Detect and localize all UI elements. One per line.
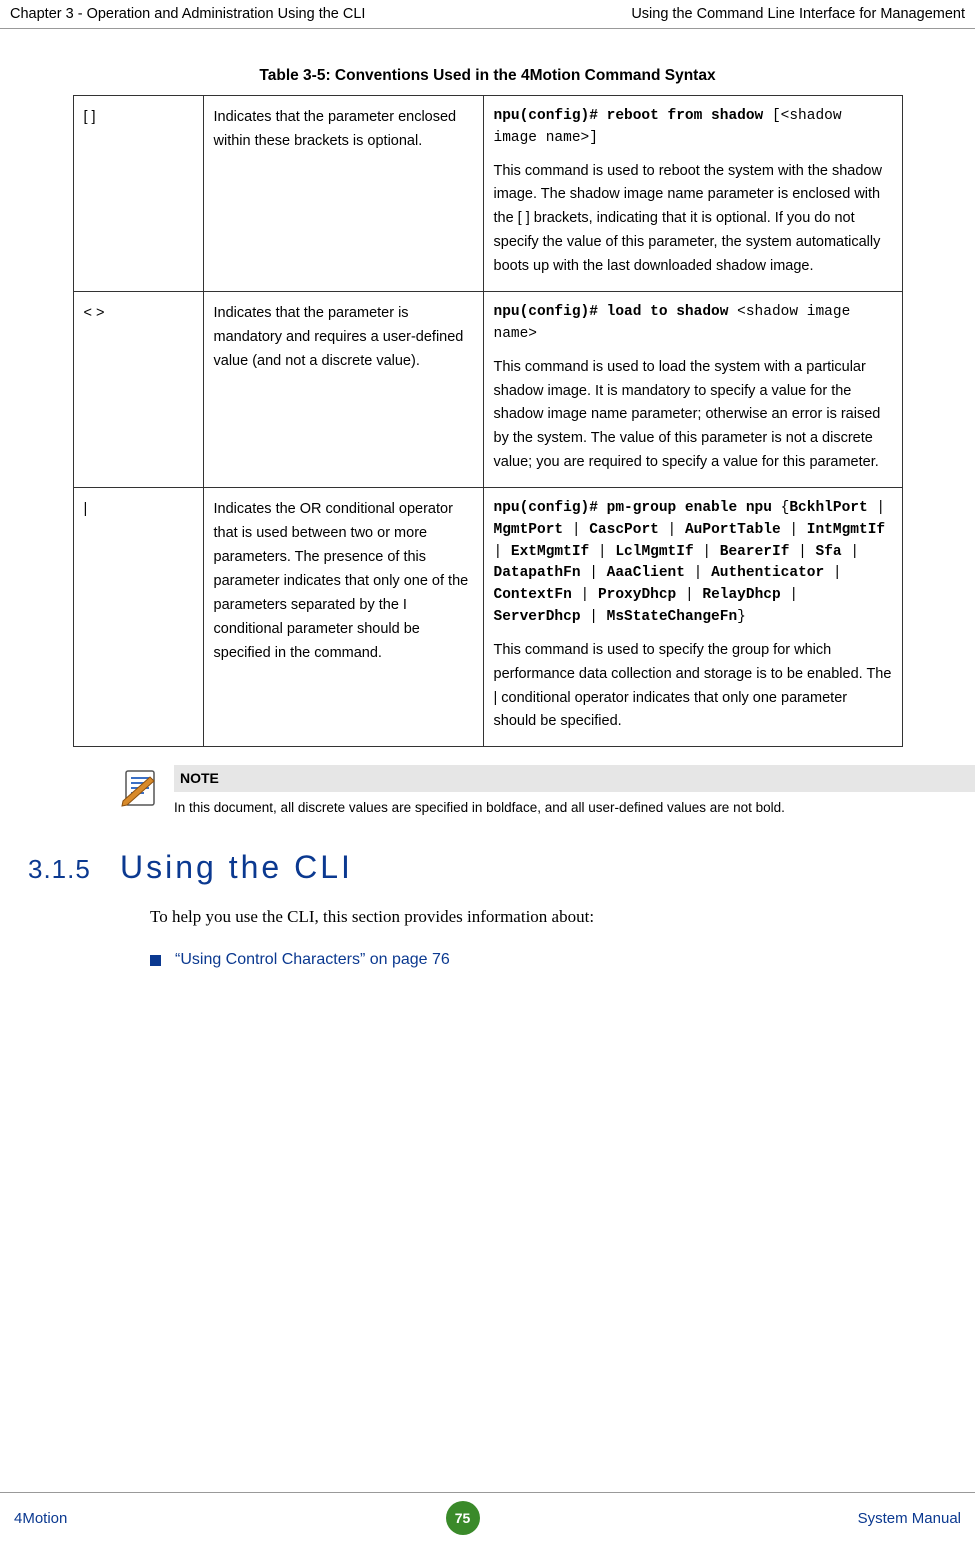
code-line: npu(config)# load to shadow <shadow imag…	[494, 302, 892, 346]
table-row: | Indicates the OR conditional operator …	[73, 488, 902, 747]
page-header: Chapter 3 - Operation and Administration…	[0, 0, 975, 29]
page-content: Table 3-5: Conventions Used in the 4Moti…	[0, 29, 975, 969]
header-right: Using the Command Line Interface for Man…	[631, 6, 965, 22]
bullet-icon	[150, 955, 161, 966]
meaning-cell: Indicates the OR conditional operator th…	[203, 488, 483, 747]
symbol-cell: < >	[73, 292, 203, 488]
table-caption: Table 3-5: Conventions Used in the 4Moti…	[20, 67, 955, 85]
section-heading: 3.1.5 Using the CLI	[20, 849, 955, 886]
conventions-table: [ ] Indicates that the parameter enclose…	[73, 95, 903, 747]
page-number-badge: 75	[446, 1501, 480, 1535]
example-desc: This command is used to specify the grou…	[494, 639, 892, 735]
note-block: NOTE In this document, all discrete valu…	[120, 765, 975, 818]
note-text: In this document, all discrete values ar…	[174, 798, 975, 818]
note-body: NOTE In this document, all discrete valu…	[174, 765, 975, 818]
code-bold: npu(config)# load to shadow	[494, 304, 729, 320]
list-item: “Using Control Characters” on page 76	[150, 951, 955, 969]
page-footer: 4Motion 75 System Manual	[0, 1492, 975, 1545]
example-cell: npu(config)# pm-group enable npu {BckhlP…	[483, 488, 902, 747]
header-left: Chapter 3 - Operation and Administration…	[10, 6, 365, 22]
meaning-cell: Indicates that the parameter enclosed wi…	[203, 96, 483, 292]
note-icon	[120, 767, 162, 809]
example-desc: This command is used to load the system …	[494, 356, 892, 476]
table-row: [ ] Indicates that the parameter enclose…	[73, 96, 902, 292]
code-bold: npu(config)# reboot from shadow	[494, 108, 764, 124]
section-number: 3.1.5	[20, 854, 120, 885]
note-title: NOTE	[174, 765, 975, 792]
symbol-cell: |	[73, 488, 203, 747]
footer-right: System Manual	[858, 1510, 961, 1527]
table-row: < > Indicates that the parameter is mand…	[73, 292, 902, 488]
section-intro: To help you use the CLI, this section pr…	[150, 904, 955, 930]
xref-link[interactable]: “Using Control Characters” on page 76	[175, 951, 450, 969]
meaning-cell: Indicates that the parameter is mandator…	[203, 292, 483, 488]
example-cell: npu(config)# reboot from shadow [<shadow…	[483, 96, 902, 292]
example-cell: npu(config)# load to shadow <shadow imag…	[483, 292, 902, 488]
code-line: npu(config)# reboot from shadow [<shadow…	[494, 106, 892, 150]
footer-left: 4Motion	[14, 1510, 67, 1527]
code-line: npu(config)# pm-group enable npu {BckhlP…	[494, 498, 892, 629]
section-title: Using the CLI	[120, 849, 353, 886]
example-desc: This command is used to reboot the syste…	[494, 160, 892, 280]
symbol-cell: [ ]	[73, 96, 203, 292]
